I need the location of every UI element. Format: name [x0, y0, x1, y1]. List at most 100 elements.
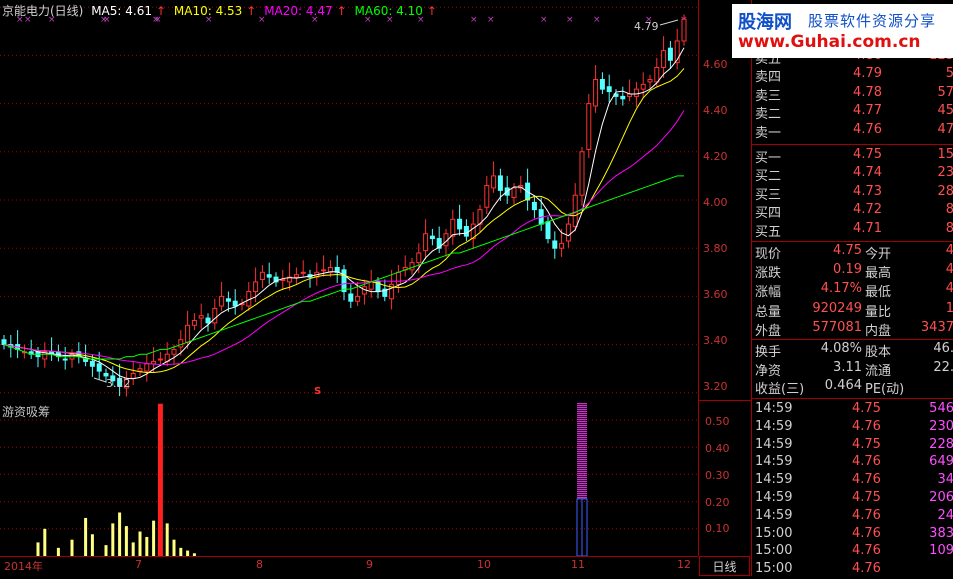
logo-slogan: 股票软件资源分享 — [808, 12, 937, 30]
tick-time: 14:59 — [755, 490, 793, 505]
ma5-label: MA5: 4.61 — [91, 4, 152, 18]
tick-row: 14:59 4.76 649 — [752, 454, 953, 472]
candle-body — [409, 262, 415, 271]
order-row[interactable]: 卖一 4.76 47 — [752, 121, 953, 141]
candle-body — [423, 233, 429, 252]
candle-body — [355, 295, 361, 302]
fundamental-row: 收益(三) 0.464 PE(动) — [752, 378, 953, 397]
indicator-bar — [172, 539, 176, 556]
price-tick: 3.40 — [703, 334, 728, 347]
candle-body — [463, 226, 469, 237]
candle-body — [259, 271, 265, 281]
indicator-bar — [70, 539, 74, 556]
indicator-bar — [152, 520, 156, 556]
order-label: 卖二 — [755, 107, 782, 123]
tick-time: 14:59 — [755, 507, 793, 523]
tick-volume: 24 — [937, 507, 953, 523]
order-qty: 47 — [937, 121, 953, 137]
fundamental-label-2: 股本 — [865, 345, 892, 360]
indicator-tick: 0.10 — [705, 522, 730, 535]
candle-body — [586, 103, 592, 150]
indicator-bar — [84, 517, 88, 556]
order-row[interactable]: 买五 4.71 8 — [752, 221, 953, 240]
order-price: 4.74 — [853, 165, 882, 181]
order-row[interactable]: 卖三 4.78 57 — [752, 85, 953, 104]
tick-row: 15:00 4.76 109 — [752, 543, 953, 561]
tick-volume: 228 — [929, 436, 953, 452]
order-label: 买二 — [755, 169, 782, 185]
chart-legend: 京能电力(日线) MA5: 4.61 ↑ MA10: 4.53 ↑ MA20: 4.… — [2, 2, 441, 19]
indicator-bar — [165, 523, 169, 556]
period-button[interactable]: 日线 — [699, 556, 750, 576]
tick-price: 4.76 — [852, 543, 881, 559]
candle-body — [633, 88, 639, 97]
candle-body — [96, 363, 102, 372]
candle-body — [484, 185, 490, 208]
candle-body — [157, 358, 163, 361]
order-row[interactable]: 买二 4.74 23 — [752, 165, 953, 185]
quote-row: 外盘 577081 内盘 3437 — [752, 319, 953, 339]
tick-price: 4.76 — [852, 472, 881, 488]
candle-body — [572, 194, 578, 228]
indicator-tick: 0.20 — [705, 496, 730, 509]
tick-time: 14:59 — [755, 436, 793, 452]
quote-panel: 卖五4.80125卖四4.795卖三4.7857卖二4.7745卖一4.7647… — [751, 0, 953, 576]
indicator-bar — [104, 545, 108, 556]
price-tick: 4.40 — [703, 104, 728, 117]
logo-url: www.Guhai.com.cn — [738, 32, 921, 52]
candle-body — [511, 187, 517, 199]
indicator-bar — [90, 534, 94, 556]
order-row[interactable]: 买四 4.72 8 — [752, 202, 953, 221]
indicator-chart[interactable] — [0, 401, 698, 556]
order-row[interactable]: 卖二 4.77 45 — [752, 103, 953, 123]
price-chart[interactable]: ×××××××××××××××××××× — [0, 0, 698, 400]
candle-body — [565, 223, 571, 242]
fundamental-label-2: 流通 — [865, 363, 892, 379]
tick-volume: 230 — [929, 418, 953, 434]
tick-price: 4.75 — [852, 401, 881, 416]
order-qty: 23 — [937, 165, 953, 181]
indicator-tick: 0.50 — [705, 415, 730, 428]
candle-body — [293, 274, 299, 278]
price-tick: 3.20 — [703, 380, 728, 393]
fundamental-row: 换手 4.08% 股本 46. — [752, 341, 953, 360]
order-label: 卖三 — [755, 88, 782, 104]
order-row[interactable]: 买三 4.73 28 — [752, 184, 953, 203]
quote-row: 现价 4.75 今开 4 — [752, 243, 953, 262]
date-label: 11 — [571, 558, 585, 571]
candle-body — [219, 295, 225, 307]
ma20-label: MA20: 4.47 — [264, 4, 333, 18]
indicator-bar — [179, 547, 183, 556]
candle-body — [137, 368, 143, 372]
ma5-line — [3, 47, 685, 380]
signal-cross-icon: × — [593, 15, 601, 25]
indicator-bar — [56, 547, 60, 556]
low-annotation: 3.22 — [106, 377, 131, 390]
fundamental-row: 净资 3.11 流通 22. — [752, 360, 953, 379]
candle-body — [640, 83, 646, 90]
order-label: 卖四 — [755, 70, 782, 86]
order-row[interactable]: 卖四 4.79 5 — [752, 66, 953, 86]
fundamental-label: 收益(三) — [755, 382, 805, 397]
candle-body — [144, 363, 150, 372]
quote-label-2: 最低 — [865, 285, 892, 301]
site-logo: 股海网 股票软件资源分享 www.Guhai.com.cn — [732, 4, 953, 58]
tick-price: 4.76 — [852, 525, 881, 541]
indicator-tick: 0.30 — [705, 469, 730, 482]
candle-body — [579, 151, 585, 196]
indicator-bar — [111, 523, 115, 556]
quote-label: 总量 — [755, 304, 782, 320]
quote-label: 涨幅 — [755, 285, 782, 301]
candle-body — [171, 348, 177, 355]
order-row[interactable]: 买一 4.75 15 — [752, 147, 953, 166]
order-label: 买一 — [755, 151, 782, 166]
tick-volume: 206 — [929, 490, 953, 505]
order-qty: 5 — [945, 66, 953, 82]
order-qty: 45 — [937, 103, 953, 119]
candle-body — [457, 218, 463, 230]
candle-body — [185, 324, 191, 343]
quote-value: 577081 — [812, 319, 862, 335]
quote-label: 外盘 — [755, 323, 782, 339]
indicator-bar — [145, 536, 149, 556]
candle-body — [450, 218, 456, 237]
